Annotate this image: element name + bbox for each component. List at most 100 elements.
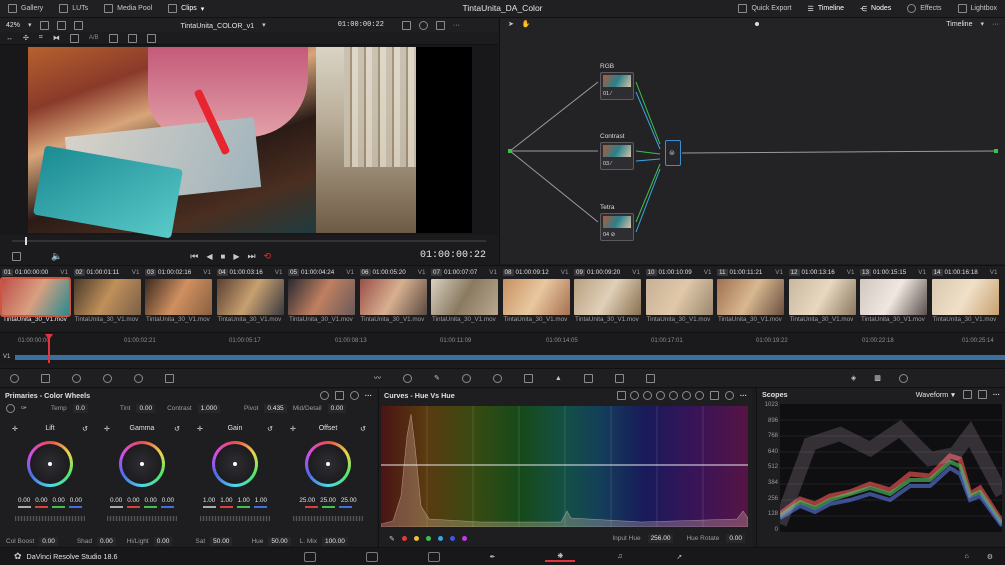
qualifier-icon[interactable]: ✎ xyxy=(434,374,440,382)
clip-thumbnail[interactable]: 09 01:00:09:20 V1 TintaUnita_30_V1.mov xyxy=(572,266,643,332)
color-wheel[interactable] xyxy=(27,441,73,487)
sizing-icon[interactable] xyxy=(614,373,624,383)
viewer-mode-icon[interactable] xyxy=(401,20,411,30)
hue-swatch[interactable] xyxy=(449,536,455,541)
scopes-icon[interactable]: ▥ xyxy=(874,374,881,382)
key-icon[interactable] xyxy=(583,373,593,383)
hue-swatch[interactable] xyxy=(425,536,431,541)
wheel-value[interactable]: 25.00 xyxy=(341,497,357,504)
blur-icon[interactable]: ▲ xyxy=(555,375,562,382)
skip-end-icon[interactable]: ⏭ xyxy=(247,251,255,262)
expand-icon[interactable] xyxy=(709,390,719,400)
safe-area-icon[interactable] xyxy=(127,33,137,43)
gallery-button[interactable]: Gallery xyxy=(0,0,51,18)
reset-icon[interactable]: ↺ xyxy=(82,425,88,433)
temp-field[interactable]: 0.0 xyxy=(72,403,88,413)
more-icon[interactable]: ··· xyxy=(365,391,372,400)
more-icon[interactable]: ··· xyxy=(993,390,1000,399)
flip-icon[interactable]: ↔ xyxy=(6,35,13,42)
timeline-toggle[interactable]: ☰ Timeline xyxy=(800,0,852,18)
col-boost-field[interactable]: 0.00 xyxy=(39,537,58,546)
quick-export-button[interactable]: Quick Export xyxy=(730,0,799,18)
crosshair-icon[interactable]: ✛ xyxy=(290,425,296,433)
master-wheel-jog[interactable] xyxy=(200,516,270,521)
media-page-icon[interactable] xyxy=(303,551,316,562)
hue-swatch[interactable] xyxy=(461,536,467,541)
settings-icon[interactable]: ⚙ xyxy=(987,553,993,561)
zoom-icon[interactable] xyxy=(349,390,359,400)
skip-start-icon[interactable]: ⏮ xyxy=(190,251,198,262)
fairlight-page-icon[interactable]: ♫ xyxy=(617,553,622,560)
pivot-field[interactable]: 0.435 xyxy=(264,403,287,413)
camera-raw-icon[interactable] xyxy=(10,373,19,383)
input-node[interactable] xyxy=(508,149,512,153)
track-clips-bar[interactable] xyxy=(15,355,1005,360)
wheel-value[interactable]: 0.00 xyxy=(70,497,82,504)
clip-thumbnail[interactable]: 07 01:00:07:07 V1 TintaUnita_30_V1.mov xyxy=(429,266,500,332)
fusion-page-icon[interactable]: ✒ xyxy=(490,553,496,561)
reset-icon[interactable]: ↺ xyxy=(360,425,366,433)
single-view-icon[interactable] xyxy=(39,20,49,30)
node-editor[interactable]: ➤ ✋ Timeline ▾ ··· RGB 01 ⁄ Contrast 03 … xyxy=(499,18,1005,264)
clip-thumbnail[interactable]: 06 01:00:05:20 V1 TintaUnita_30_V1.mov xyxy=(358,266,429,332)
clip-thumbnail[interactable]: 08 01:00:09:12 V1 TintaUnita_30_V1.mov xyxy=(501,266,572,332)
master-wheel-jog[interactable] xyxy=(15,516,85,521)
reset-icon[interactable] xyxy=(319,390,329,400)
hdr-icon[interactable] xyxy=(103,373,112,383)
wheel-value[interactable]: 0.00 xyxy=(18,497,30,504)
color-warper-icon[interactable] xyxy=(403,373,412,383)
clips-button[interactable]: Clips ▾ xyxy=(160,0,212,18)
zoom-dropdown[interactable]: 42% xyxy=(6,22,20,29)
crosshair-icon[interactable]: ✛ xyxy=(104,425,110,433)
hue-rotate-field[interactable]: 0.00 xyxy=(726,534,745,543)
wheel-value[interactable]: 0.00 xyxy=(145,497,157,504)
wheel-value[interactable]: 25.00 xyxy=(320,497,336,504)
sat-vs-sat-icon[interactable] xyxy=(694,390,704,400)
effects-toggle[interactable]: Effects xyxy=(899,0,949,18)
viewer-scrubber[interactable] xyxy=(12,240,486,242)
wheel-value[interactable]: 0.00 xyxy=(53,497,65,504)
reset-icon[interactable] xyxy=(724,390,734,400)
fullscreen-icon[interactable] xyxy=(435,20,445,30)
more-icon[interactable]: ··· xyxy=(453,22,460,29)
clip-thumbnail[interactable]: 14 01:00:16:18 V1 TintaUnita_30_V1.mov xyxy=(930,266,1001,332)
curves-icon[interactable]: 〰 xyxy=(374,373,381,383)
play-icon[interactable]: ▶ xyxy=(233,252,239,261)
scope-expand-icon[interactable] xyxy=(977,389,987,399)
loop-icon[interactable]: ⟲ xyxy=(264,251,272,262)
clip-thumbnail[interactable]: 04 01:00:03:16 V1 TintaUnita_30_V1.mov xyxy=(215,266,286,332)
node-tetra[interactable]: Tetra 04 ⊘ xyxy=(600,204,634,241)
stop-icon[interactable]: ■ xyxy=(220,252,225,261)
eyedropper-icon[interactable]: ✎ xyxy=(389,535,395,543)
clip-thumbnail[interactable]: 11 01:00:11:21 V1 TintaUnita_30_V1.mov xyxy=(715,266,786,332)
clip-thumbnail[interactable]: 13 01:00:15:15 V1 TintaUnita_30_V1.mov xyxy=(858,266,929,332)
wheel-value[interactable]: 1.00 xyxy=(238,497,250,504)
lightbox-toggle[interactable]: Lightbox xyxy=(950,0,1005,18)
ab-toggle[interactable]: A/B xyxy=(89,35,99,41)
wheel-value[interactable]: 0.00 xyxy=(110,497,122,504)
clip-thumbnail[interactable]: 02 01:00:01:11 V1 TintaUnita_30_V1.mov xyxy=(72,266,143,332)
split-view-icon[interactable] xyxy=(56,20,66,30)
wheel-value[interactable]: 0.00 xyxy=(35,497,47,504)
compare-icon[interactable] xyxy=(69,33,79,43)
reset-icon[interactable]: ↺ xyxy=(267,425,273,433)
color-wheel[interactable] xyxy=(119,441,165,487)
timeline-playhead[interactable] xyxy=(48,337,50,363)
timeline-ruler[interactable]: 01:00:00:00 01:00:02:21 01:00:05:17 01:00:0… xyxy=(0,332,1005,349)
output-node[interactable] xyxy=(994,149,998,153)
wheel-value[interactable]: 0.00 xyxy=(127,497,139,504)
sat-field[interactable]: 50.00 xyxy=(210,537,233,546)
hilight-field[interactable]: 0.00 xyxy=(153,537,173,546)
clip-thumbnail[interactable]: 12 01:00:13:16 V1 TintaUnita_30_V1.mov xyxy=(787,266,858,332)
shad-field[interactable]: 0.00 xyxy=(97,537,116,546)
grid-icon[interactable] xyxy=(108,33,118,43)
picker-icon[interactable]: ✑ xyxy=(21,404,27,412)
hue-swatch[interactable] xyxy=(401,536,407,541)
crosshair-icon[interactable]: ✛ xyxy=(12,425,18,433)
volume-icon[interactable]: 🔈 xyxy=(51,251,62,262)
media-pool-button[interactable]: Media Pool xyxy=(96,0,160,18)
playhead-marker[interactable] xyxy=(45,334,53,340)
hue-field[interactable]: 50.00 xyxy=(268,537,291,546)
nodes-toggle[interactable]: ⋲ Nodes xyxy=(852,0,899,18)
reverse-play-icon[interactable]: ◀ xyxy=(206,252,212,261)
